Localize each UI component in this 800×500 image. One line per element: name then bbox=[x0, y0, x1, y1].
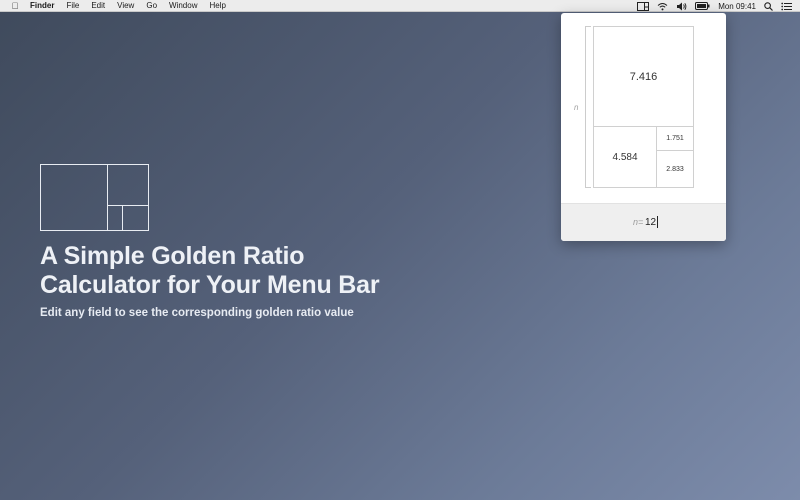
battery-icon[interactable] bbox=[695, 1, 710, 11]
small-bottom-value-text[interactable]: 2.833 bbox=[666, 166, 684, 173]
menu-go[interactable]: Go bbox=[146, 1, 157, 10]
headline-line-2: Calculator for Your Menu Bar bbox=[40, 271, 380, 299]
menu-window[interactable]: Window bbox=[169, 1, 197, 10]
cell-small-bottom-value[interactable]: 2.833 bbox=[656, 150, 694, 188]
menu-help[interactable]: Help bbox=[209, 1, 225, 10]
side-n-label: n bbox=[574, 103, 579, 112]
cell-medium-value[interactable]: 4.584 bbox=[593, 126, 657, 188]
large-value-text[interactable]: 7.416 bbox=[630, 71, 658, 83]
golden-ratio-menubar-icon[interactable] bbox=[637, 1, 650, 11]
small-top-value-text[interactable]: 1.751 bbox=[666, 135, 684, 142]
spotlight-icon[interactable] bbox=[764, 1, 773, 11]
volume-icon[interactable] bbox=[676, 1, 687, 11]
menu-app-name[interactable]: Finder bbox=[30, 1, 54, 10]
cell-small-top-value[interactable]: 1.751 bbox=[656, 126, 694, 151]
status-area: Mon 09:41 bbox=[629, 0, 792, 12]
hero-headline: A Simple Golden Ratio Calculator for You… bbox=[40, 242, 520, 300]
popover-footer: n= bbox=[561, 203, 726, 241]
hero-subline: Edit any field to see the corresponding … bbox=[40, 307, 354, 319]
apple-menu-icon[interactable]:  bbox=[10, 1, 20, 11]
menu-file[interactable]: File bbox=[66, 1, 79, 10]
menu-bar:  Finder File Edit View Go Window Help bbox=[0, 0, 800, 12]
text-caret bbox=[657, 216, 658, 228]
menu-edit[interactable]: Edit bbox=[91, 1, 105, 10]
notification-center-icon[interactable] bbox=[781, 1, 792, 11]
medium-value-text[interactable]: 4.584 bbox=[612, 152, 637, 163]
wifi-icon[interactable] bbox=[657, 1, 668, 11]
side-bracket bbox=[585, 26, 591, 188]
menu-view[interactable]: View bbox=[117, 1, 134, 10]
headline-line-1: A Simple Golden Ratio bbox=[40, 242, 305, 270]
golden-ratio-popover: n 7.416 4.584 1.751 2.833 n= bbox=[561, 13, 726, 241]
cell-large-value[interactable]: 7.416 bbox=[593, 26, 694, 127]
n-input-label: n= bbox=[633, 217, 644, 227]
menu-clock[interactable]: Mon 09:41 bbox=[718, 2, 756, 11]
n-input[interactable] bbox=[645, 214, 675, 230]
golden-ratio-logo-icon bbox=[40, 164, 149, 231]
